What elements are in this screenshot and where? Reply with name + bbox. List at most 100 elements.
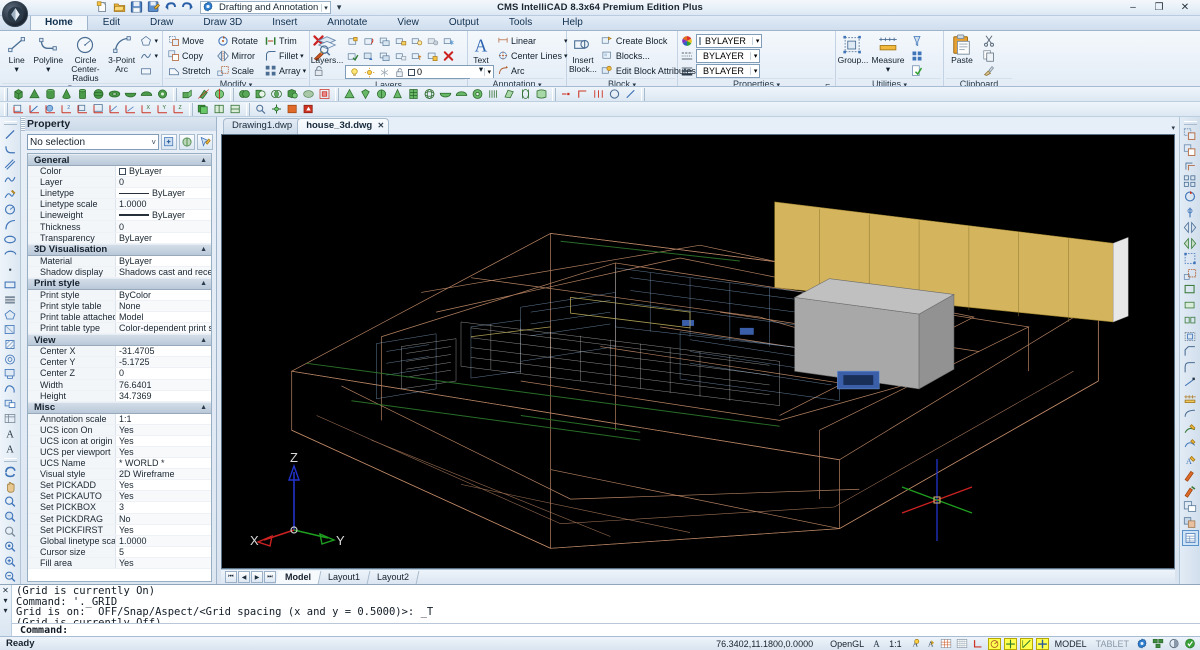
property-group-view-collapse-icon[interactable]: ▲	[200, 337, 207, 344]
layer-freeze-icon[interactable]	[441, 34, 456, 48]
layer-match-icon[interactable]	[377, 49, 392, 63]
property-row-global-linetype-scale[interactable]: Global linetype scale 1.0000	[28, 535, 211, 547]
viewport-3-icon[interactable]	[228, 102, 243, 116]
shell-icon[interactable]	[301, 87, 316, 101]
toolbar-grip[interactable]	[4, 87, 8, 101]
layer-merge-icon[interactable]	[377, 34, 392, 48]
tab-draw[interactable]: Draw	[135, 14, 188, 30]
ucs-x-icon[interactable]: X	[139, 102, 154, 116]
property-value[interactable]: ByColor	[116, 289, 211, 300]
property-group-print-style[interactable]: Print style ▲	[28, 277, 211, 290]
audit-button[interactable]	[908, 63, 925, 78]
maximize-button[interactable]: ❐	[1146, 0, 1172, 15]
cone2-icon[interactable]	[390, 87, 405, 101]
properties-lineweight-combo[interactable]: BYLAYER ▾	[696, 64, 761, 78]
ucs-object-icon[interactable]: 2	[59, 102, 74, 116]
line-button[interactable]: Line ▾	[2, 33, 31, 74]
ucs-face-icon[interactable]	[43, 102, 58, 116]
layer-color-swatch-icon[interactable]	[408, 68, 415, 76]
property-row-annotation-scale[interactable]: Annotation scale 1:1	[28, 413, 211, 425]
extend-tool-icon[interactable]	[1182, 282, 1199, 298]
property-value[interactable]: ByLayer	[116, 188, 211, 199]
property-row-print-table-type[interactable]: Print table type Color-dependent print s…	[28, 323, 211, 335]
property-value[interactable]: ByLayer	[116, 232, 211, 243]
property-value[interactable]: Yes	[116, 424, 211, 435]
property-row-shadow-display[interactable]: Shadow display Shadows cast and receiv..…	[28, 266, 211, 278]
property-value[interactable]: 1.0000	[116, 535, 211, 546]
sphere2-icon[interactable]	[422, 87, 437, 101]
plane-icon[interactable]	[2, 322, 19, 337]
properties-tool-icon[interactable]	[1182, 499, 1199, 515]
tab-layout2[interactable]: Layout2	[367, 570, 420, 584]
document-tab-drawing1[interactable]: Drawing1.dwp	[223, 118, 302, 134]
property-value[interactable]: Yes	[116, 435, 211, 446]
tab-model[interactable]: Model	[275, 570, 322, 584]
document-tab-house-3d[interactable]: house_3d.dwg ✕	[297, 118, 390, 134]
rectangle-button[interactable]	[137, 63, 160, 78]
otrack-icon[interactable]	[1019, 637, 1033, 650]
stretch-button[interactable]: Stretch	[165, 63, 213, 78]
paste-button[interactable]: Paste	[946, 33, 978, 65]
coordinates-display[interactable]: 76.3402,11.1800,0.0000	[716, 639, 827, 649]
property-value[interactable]: ByLayer	[116, 166, 211, 177]
revision-cloud-icon[interactable]	[2, 396, 19, 411]
tab-home[interactable]: Home	[30, 14, 88, 30]
light-icon[interactable]	[301, 102, 316, 116]
dome2-icon[interactable]	[454, 87, 469, 101]
toolbar-grip-5[interactable]	[552, 87, 556, 101]
property-value[interactable]: ByLayer	[116, 255, 211, 266]
tab-edit[interactable]: Edit	[88, 14, 135, 30]
layer-prev-icon[interactable]	[361, 34, 376, 48]
lightbulb-icon[interactable]	[348, 66, 361, 79]
cut-button[interactable]	[980, 33, 997, 48]
three-point-arc-button[interactable]: 3-Point Arc	[108, 33, 136, 74]
edit-text-icon[interactable]	[1182, 468, 1199, 484]
refresh-icon[interactable]	[2, 464, 19, 479]
match-prop-icon[interactable]	[1182, 515, 1199, 531]
property-row-ucs-per-viewport[interactable]: UCS per viewport Yes	[28, 446, 211, 459]
command-input[interactable]: Command:	[12, 623, 1200, 636]
measure-tool-icon[interactable]	[1182, 391, 1199, 407]
polyline-dropdown-icon[interactable]: ▾	[46, 65, 50, 74]
close-icon[interactable]: ✕	[377, 120, 384, 132]
ucs-view-icon[interactable]	[75, 102, 90, 116]
select-objects-icon[interactable]	[179, 134, 195, 150]
render-icon[interactable]	[285, 102, 300, 116]
sphere-icon[interactable]	[91, 87, 106, 101]
ellipse-tool-icon[interactable]	[2, 232, 19, 247]
copy-button[interactable]: Copy	[165, 48, 213, 63]
property-row-center-y[interactable]: Center Y -5.1725	[28, 357, 211, 369]
property-group-print-collapse-icon[interactable]: ▲	[200, 280, 207, 287]
fillet-tool-icon[interactable]	[1182, 360, 1199, 376]
graphics-engine-label[interactable]: OpenGL	[827, 639, 867, 649]
property-value[interactable]: Shadows cast and receiv...	[116, 266, 211, 277]
lengthen-icon[interactable]	[1182, 406, 1199, 422]
quick-select-icon[interactable]	[161, 134, 177, 150]
layer-check-icon[interactable]	[345, 49, 360, 63]
edge-surface-icon[interactable]	[534, 87, 549, 101]
property-value[interactable]: 0	[116, 368, 211, 379]
pan-icon[interactable]	[2, 479, 19, 494]
dish2-icon[interactable]	[438, 87, 453, 101]
tab-insert[interactable]: Insert	[257, 14, 312, 30]
property-value[interactable]: 3	[116, 502, 211, 513]
ucs-world-icon[interactable]	[11, 102, 26, 116]
left-toolbar-grip[interactable]	[3, 121, 17, 125]
properties-lineweight-chevron-down-icon[interactable]: ▾	[749, 67, 757, 75]
property-group-misc-collapse-icon[interactable]: ▲	[200, 404, 207, 411]
property-row-ucs-icon-on[interactable]: UCS icon On Yes	[28, 424, 211, 436]
point-icon[interactable]	[559, 87, 574, 101]
array-arrow-icon[interactable]: ▾	[303, 67, 307, 75]
tab-tools[interactable]: Tools	[494, 14, 547, 30]
fillet-arrow-icon[interactable]: ▾	[300, 52, 304, 60]
toolbar-grip-6[interactable]	[641, 87, 645, 101]
next-tab-button[interactable]: ▶	[251, 571, 263, 583]
minimize-button[interactable]: –	[1120, 0, 1146, 15]
property-value[interactable]: 0	[116, 221, 211, 232]
save-icon[interactable]	[130, 1, 144, 14]
open-icon[interactable]	[113, 1, 127, 14]
polygon-tool-icon[interactable]	[2, 292, 19, 307]
polyline-tool-icon[interactable]	[2, 142, 19, 157]
tab-annotate[interactable]: Annotate	[312, 14, 382, 30]
array-button[interactable]: Array ▾	[262, 63, 308, 78]
